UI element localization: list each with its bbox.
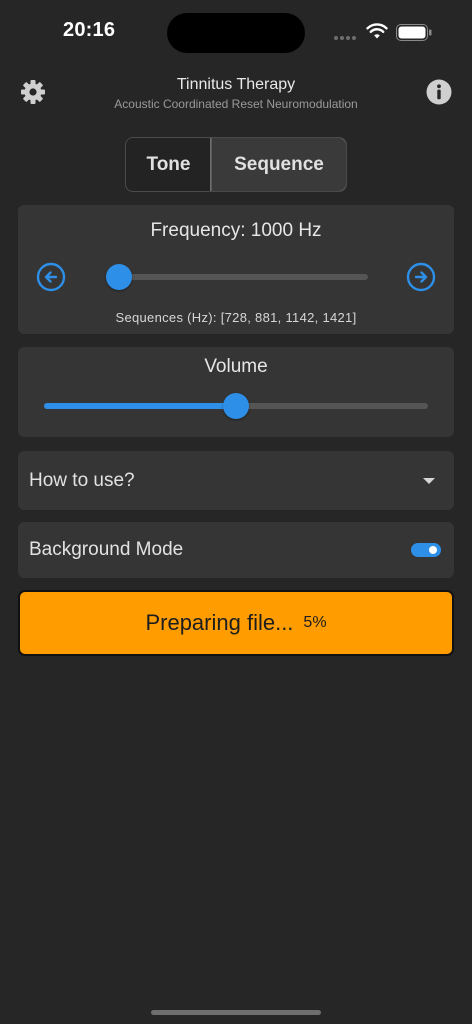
home-indicator[interactable] (151, 1010, 321, 1015)
app-title: Tinnitus Therapy (176, 76, 296, 93)
how-to-use-label: How to use? (29, 469, 135, 491)
info-icon (426, 79, 452, 105)
how-to-use-dropdown[interactable]: How to use? (18, 451, 454, 510)
frequency-increase-button[interactable] (406, 262, 436, 292)
cellular-signal-icon (334, 36, 356, 40)
progress-percent: 5% (303, 614, 327, 631)
sequences-text: Sequences (Hz): [728, 881, 1142, 1421] (115, 310, 357, 325)
volume-slider-fill (44, 403, 236, 409)
background-mode-toggle[interactable] (411, 543, 441, 557)
mode-segmented-control: Tone Sequence (125, 137, 347, 192)
tab-tone[interactable]: Tone (126, 138, 211, 191)
dynamic-island (167, 13, 305, 53)
frequency-card: Frequency: 1000 Hz Sequences (Hz): [728,… (18, 205, 454, 334)
frequency-slider-thumb[interactable] (106, 264, 133, 290)
arrow-right-circle-icon (406, 262, 436, 292)
status-bar: 20:16 (0, 0, 472, 60)
volume-slider[interactable] (44, 393, 428, 419)
background-mode-row: Background Mode (18, 522, 454, 578)
status-time: 20:16 (63, 19, 116, 41)
frequency-slider[interactable] (106, 264, 368, 290)
volume-slider-thumb[interactable] (223, 393, 249, 419)
frequency-decrease-button[interactable] (36, 262, 66, 292)
toggle-knob (429, 546, 437, 554)
frequency-label: Frequency: 1000 Hz (150, 220, 322, 241)
progress-label: Preparing file... (145, 610, 294, 635)
tab-sequence[interactable]: Sequence (210, 138, 346, 191)
app-subtitle: Acoustic Coordinated Reset Neuromodulati… (114, 97, 358, 111)
battery-icon (396, 24, 432, 41)
caret-down-icon (423, 478, 435, 484)
wifi-icon (366, 23, 388, 39)
volume-card: Volume (18, 347, 454, 437)
volume-label: Volume (204, 356, 268, 377)
info-button[interactable] (425, 78, 453, 106)
arrow-left-circle-icon (36, 262, 66, 292)
background-mode-label: Background Mode (29, 539, 184, 560)
preparing-file-button[interactable]: Preparing file... 5% (18, 590, 454, 656)
